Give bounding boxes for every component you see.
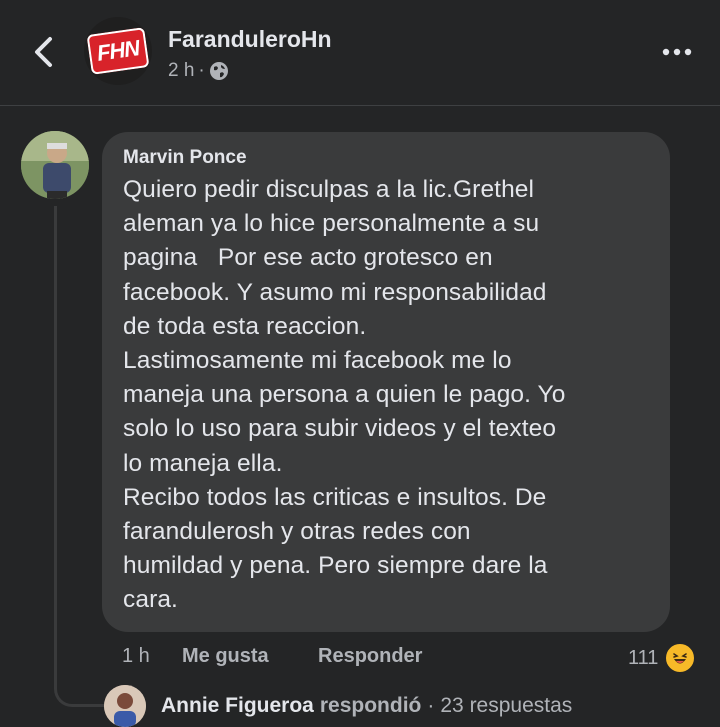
chevron-left-icon <box>35 37 52 67</box>
comment-text-line: pagina Por ese acto grotesco en <box>123 244 493 272</box>
comment-author[interactable]: Marvin Ponce <box>123 147 650 169</box>
comment-time[interactable]: 1 h <box>122 642 150 670</box>
comment-bubble[interactable]: Marvin Ponce Quiero pedir disculpas a la… <box>102 132 670 632</box>
back-button[interactable] <box>26 32 60 72</box>
comment-text-line: aleman ya lo hice personalmente a su <box>123 210 540 238</box>
globe-icon <box>209 62 228 80</box>
comment-text-line: farandulerosh y otras redes con <box>123 518 471 546</box>
page-logo: FHN <box>86 27 150 75</box>
comment-text-line: maneja una persona a quien le pago. Yo <box>123 381 566 409</box>
comment-actions: 1 h Me gusta Responder <box>122 642 702 672</box>
post-time[interactable]: 2 h <box>168 60 194 82</box>
commenter-avatar[interactable] <box>21 131 89 199</box>
reply-author-name: Annie Figueroa <box>161 694 314 717</box>
view-replies-link[interactable]: Annie Figueroa respondió · 23 respuestas <box>104 685 573 727</box>
comment-text-line: Lastimosamente mi facebook me lo <box>123 347 512 375</box>
reaction-count: 111 <box>628 646 659 669</box>
page-name[interactable]: FaranduleroHn <box>168 26 332 53</box>
reply-author-avatar <box>104 685 146 727</box>
more-horizontal-icon <box>662 48 692 56</box>
thread-line <box>54 206 57 686</box>
comment-text-line: solo lo uso para subir videos y el texte… <box>123 415 557 443</box>
comment-text-line: Quiero pedir disculpas a la lic.Grethel <box>123 176 535 203</box>
reaction-summary[interactable]: 111 <box>628 642 697 674</box>
like-button[interactable]: Me gusta <box>182 642 269 670</box>
post-meta: 2 h · <box>168 60 229 82</box>
page-avatar[interactable]: FHN <box>84 17 152 85</box>
meta-separator: · <box>198 60 205 81</box>
laughing-emoji-icon <box>664 642 697 674</box>
thread-connector <box>54 660 105 707</box>
comment-text-line: Recibo todos las criticas e insultos. De <box>123 483 547 511</box>
reply-verb: respondió <box>319 694 422 717</box>
comment-text-line: lo maneja ella. <box>123 449 283 477</box>
reply-count: 23 respuestas <box>440 694 573 717</box>
comment-text-line: de toda esta reaccion. <box>123 312 367 340</box>
avatar-photo <box>21 131 89 199</box>
more-options-button[interactable] <box>660 38 694 66</box>
reply-separator: · <box>427 694 435 717</box>
comment-text-line: facebook. Y asumo mi responsabilidad <box>123 278 547 306</box>
post-header: FHN FaranduleroHn 2 h · <box>0 0 720 106</box>
reply-button[interactable]: Responder <box>318 642 422 670</box>
comment-text-line: cara. <box>123 586 178 614</box>
comment-text-line: humildad y pena. Pero siempre dare la <box>123 552 548 580</box>
